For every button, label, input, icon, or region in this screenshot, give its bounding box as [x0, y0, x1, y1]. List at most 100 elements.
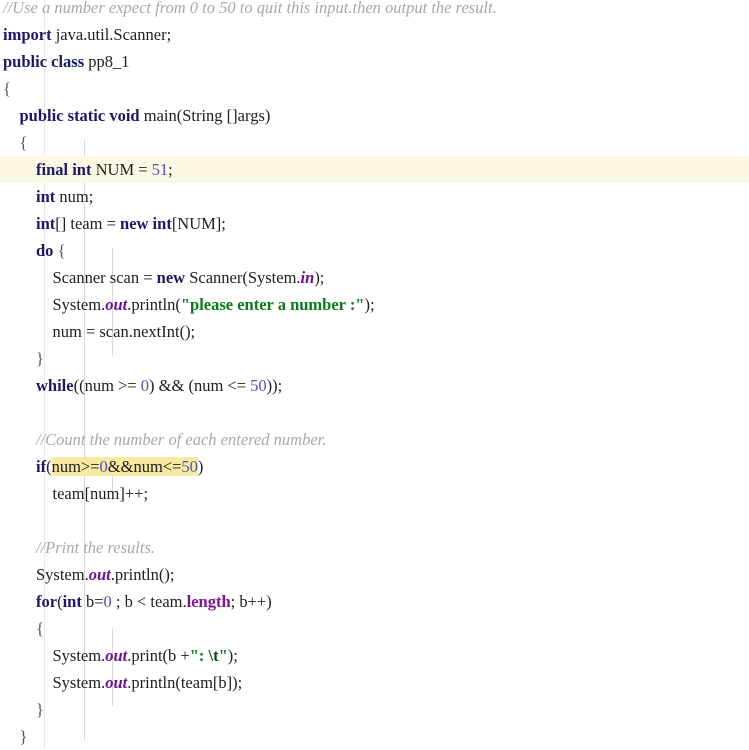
- code-line[interactable]: System.out.println(team[b]);: [0, 669, 749, 696]
- code-line-text: int num;: [0, 183, 93, 210]
- code-token: final int: [36, 160, 92, 179]
- code-token: java.util.Scanner;: [51, 25, 172, 44]
- code-token: ): [197, 457, 204, 476]
- code-token: 0: [140, 376, 150, 395]
- code-line[interactable]: System.out.println();: [0, 561, 749, 588]
- code-line[interactable]: num = scan.nextInt();: [0, 318, 749, 345]
- code-token: );: [227, 646, 238, 665]
- code-line[interactable]: }: [0, 696, 749, 723]
- code-line-text: public static void main(String []args): [0, 102, 271, 129]
- code-line[interactable]: while((num >= 0) && (num <= 50));: [0, 372, 749, 399]
- code-line[interactable]: int num;: [0, 183, 749, 210]
- code-line[interactable]: Scanner scan = new Scanner(System.in);: [0, 264, 749, 291]
- code-token: new int: [120, 214, 172, 233]
- code-token: Scanner scan =: [3, 268, 157, 287]
- code-token: (: [46, 457, 52, 476]
- code-line-text: do {: [0, 237, 65, 264]
- code-token: }: [3, 349, 44, 368]
- code-line[interactable]: }: [0, 723, 749, 750]
- code-line[interactable]: [0, 507, 749, 534]
- code-line[interactable]: System.out.println("please enter a numbe…: [0, 291, 749, 318]
- code-line[interactable]: //Print the results.: [0, 534, 749, 561]
- code-line-text: int[] team = new int[NUM];: [0, 210, 226, 237]
- code-content[interactable]: //Use a number expect from 0 to 50 to qu…: [0, 0, 749, 749]
- code-token: in: [300, 268, 315, 287]
- code-line[interactable]: //Use a number expect from 0 to 50 to qu…: [0, 0, 749, 21]
- code-token: b=: [81, 592, 104, 611]
- code-line[interactable]: do {: [0, 237, 749, 264]
- code-token: .println();: [110, 565, 175, 584]
- selected-token: &&num<=: [107, 457, 182, 476]
- code-token: \t: [208, 646, 219, 665]
- code-token: ": [218, 646, 228, 665]
- code-token: out: [105, 646, 128, 665]
- code-line[interactable]: System.out.print(b +": \t");: [0, 642, 749, 669]
- code-line[interactable]: import java.util.Scanner;: [0, 21, 749, 48]
- code-token: System.: [3, 646, 106, 665]
- code-token: System.: [3, 295, 106, 314]
- code-token: [NUM];: [171, 214, 226, 233]
- code-token: {: [3, 619, 44, 638]
- code-line[interactable]: {: [0, 615, 749, 642]
- code-token: "please enter a number :": [180, 295, 365, 314]
- code-line[interactable]: {: [0, 75, 749, 102]
- code-line[interactable]: for(int b=0 ; b < team.length; b++): [0, 588, 749, 615]
- code-line[interactable]: final int NUM = 51;: [0, 156, 749, 183]
- code-token: num;: [55, 187, 94, 206]
- code-line-text: Scanner scan = new Scanner(System.in);: [0, 264, 325, 291]
- code-line[interactable]: team[num]++;: [0, 480, 749, 507]
- code-token: out: [105, 295, 128, 314]
- code-token: public static void: [19, 106, 140, 125]
- code-line[interactable]: public class pp8_1: [0, 48, 749, 75]
- code-editor[interactable]: //Use a number expect from 0 to 50 to qu…: [0, 0, 749, 749]
- code-token: //Use a number expect from 0 to 50 to qu…: [3, 0, 497, 17]
- code-line-text: //Use a number expect from 0 to 50 to qu…: [0, 0, 497, 16]
- code-token: ":: [189, 646, 209, 665]
- code-line-text: System.out.println(team[b]);: [0, 669, 243, 696]
- code-token: int: [36, 187, 56, 206]
- code-line-text: {: [0, 615, 44, 642]
- code-token: Scanner(System.: [185, 268, 301, 287]
- code-line[interactable]: if(num>=0&&num<=50): [0, 453, 749, 480]
- code-token: for: [36, 592, 58, 611]
- code-line-text: num = scan.nextInt();: [0, 318, 196, 345]
- code-token: out: [105, 673, 128, 692]
- code-token: team[num]++;: [3, 484, 149, 503]
- code-token: ; b++): [230, 592, 272, 611]
- code-token: ));: [266, 376, 283, 395]
- code-token: out: [88, 565, 111, 584]
- selected-token: 50: [181, 457, 198, 476]
- code-line-text: if(num>=0&&num<=50): [0, 453, 203, 480]
- code-line[interactable]: public static void main(String []args): [0, 102, 749, 129]
- code-line[interactable]: [0, 399, 749, 426]
- code-line[interactable]: int[] team = new int[NUM];: [0, 210, 749, 237]
- code-token: public class: [3, 52, 85, 71]
- code-line-text: {: [0, 75, 11, 102]
- code-line[interactable]: //Count the number of each entered numbe…: [0, 426, 749, 453]
- code-line-text: team[num]++;: [0, 480, 149, 507]
- code-token: [] team =: [55, 214, 121, 233]
- code-line-text: public class pp8_1: [0, 48, 130, 75]
- code-token: 0: [103, 592, 112, 611]
- selected-token: 0: [99, 457, 108, 476]
- code-token: ; b < team.: [111, 592, 187, 611]
- code-line-text: System.out.print(b +": \t");: [0, 642, 238, 669]
- code-line-text: }: [0, 723, 28, 750]
- code-line-text: }: [0, 696, 44, 723]
- code-token: {: [53, 241, 66, 260]
- code-token: length: [186, 592, 231, 611]
- code-line[interactable]: {: [0, 129, 749, 156]
- code-line[interactable]: }: [0, 345, 749, 372]
- code-token: while: [36, 376, 74, 395]
